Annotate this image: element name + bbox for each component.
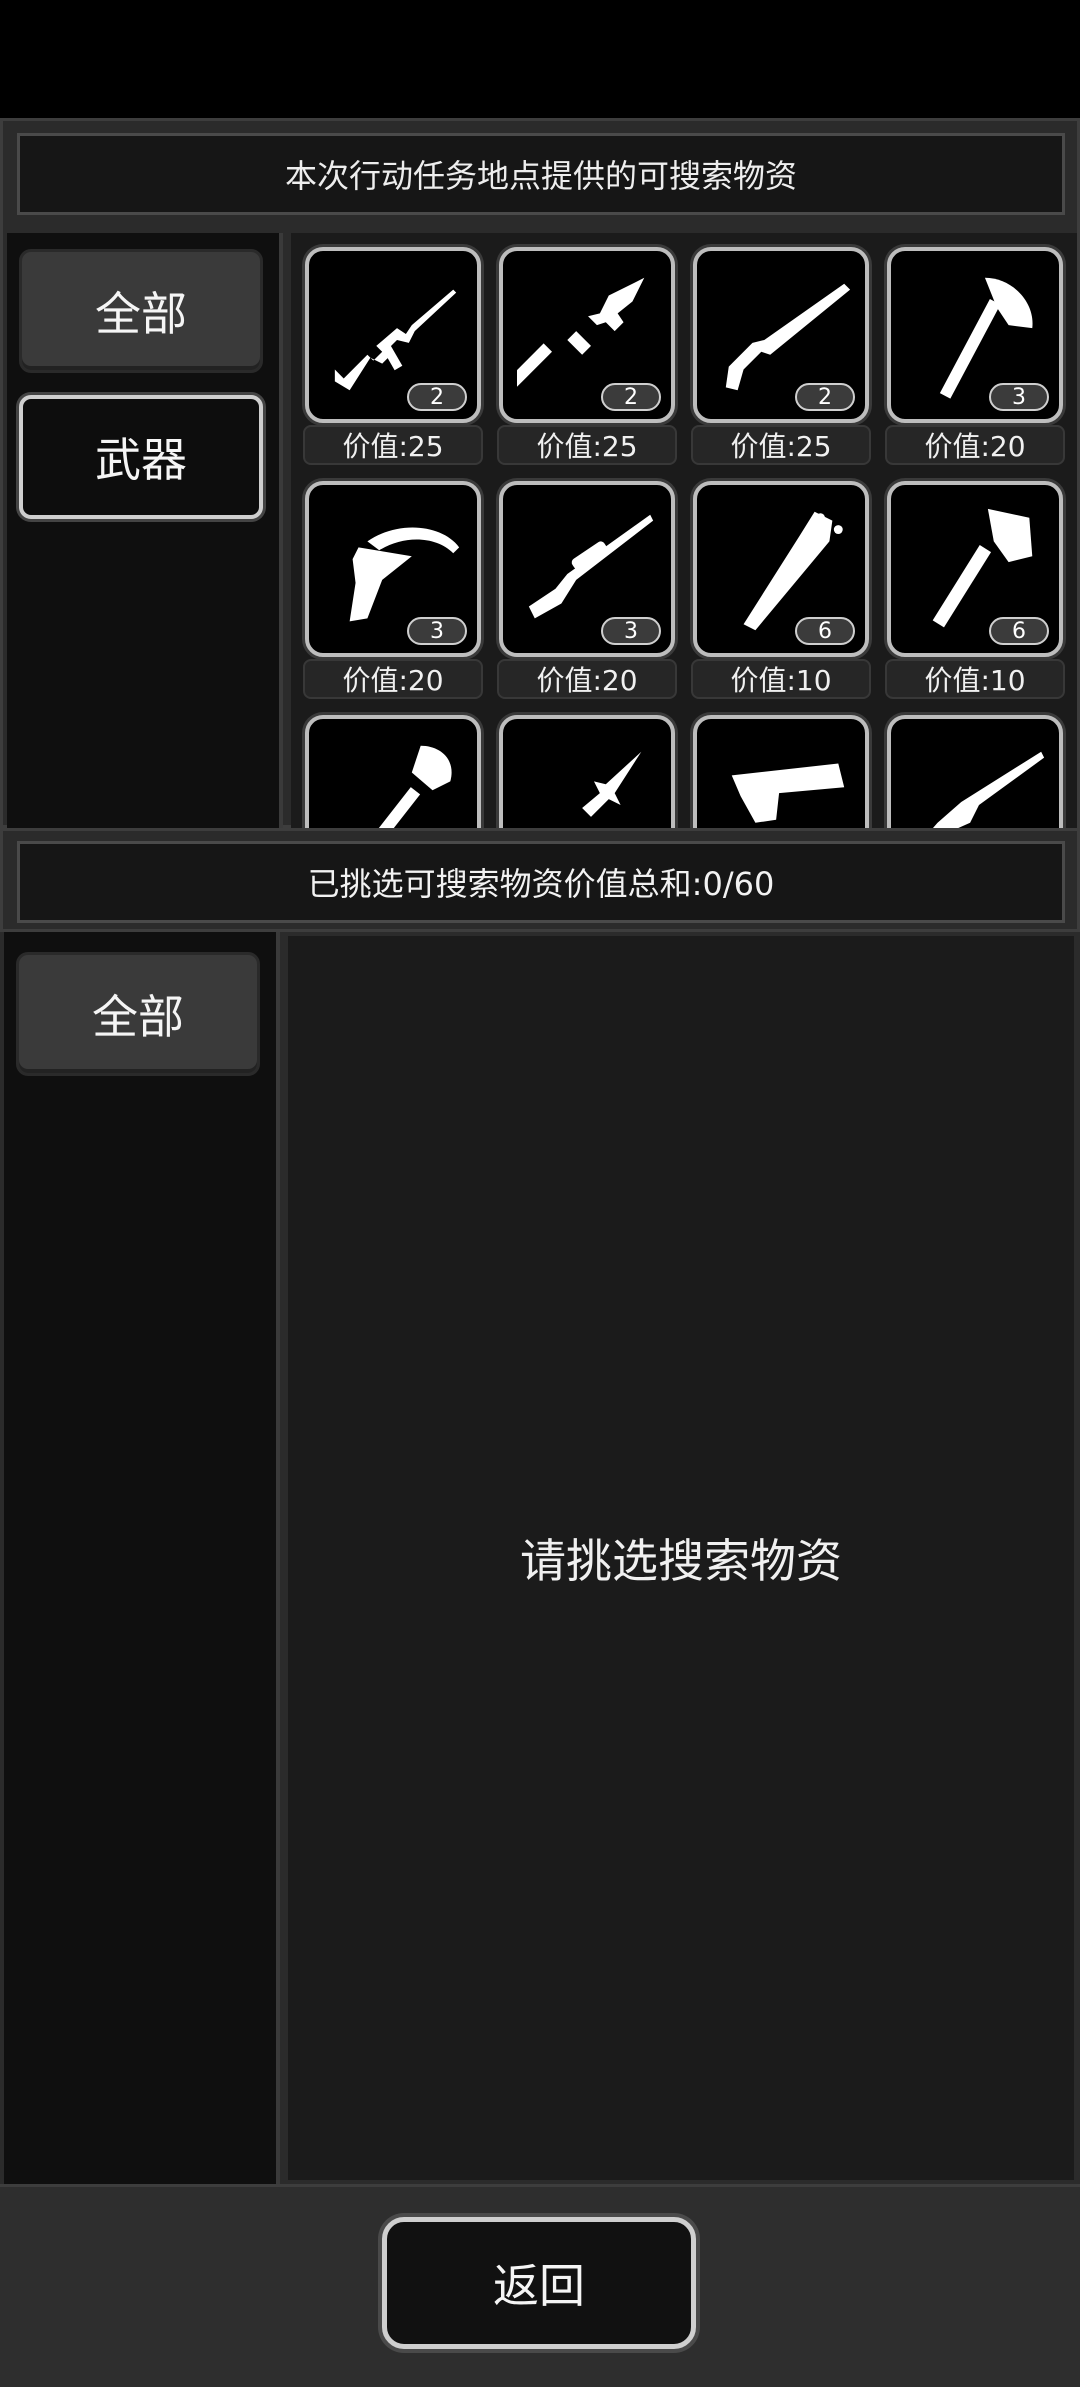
item-icon-frame xyxy=(887,715,1063,831)
item-value: 价值:10 xyxy=(691,659,871,699)
category-tab-weapons[interactable]: 武器 xyxy=(19,395,263,519)
item-icon-frame: 2 xyxy=(305,247,481,423)
status-bar xyxy=(0,0,1080,118)
item-value: 价值:25 xyxy=(303,425,483,465)
item-card[interactable] xyxy=(303,715,483,831)
item-icon-frame: 6 xyxy=(887,481,1063,657)
back-button[interactable]: 返回 xyxy=(382,2217,696,2349)
quantity-badge: 6 xyxy=(989,617,1049,645)
item-icon-frame: 3 xyxy=(887,247,1063,423)
quantity-badge: 2 xyxy=(407,383,467,411)
item-icon-frame xyxy=(499,715,675,831)
category-sidebar: 全部 武器 xyxy=(7,233,283,831)
item-icon-frame: 6 xyxy=(693,481,869,657)
selected-items-panel: 全部 请挑选搜索物资 xyxy=(0,932,1080,2184)
selection-summary-panel: 已挑选可搜索物资价值总和:0/60 xyxy=(0,828,1080,932)
available-items-panel: 本次行动任务地点提供的可搜索物资 全部 武器 2 价值:25 2 价值:25 2… xyxy=(0,118,1080,831)
selected-category-sidebar: 全部 xyxy=(4,932,280,2184)
item-card[interactable] xyxy=(497,715,677,831)
ak-rifle-icon xyxy=(930,751,1045,831)
item-value: 价值:10 xyxy=(885,659,1065,699)
item-card[interactable] xyxy=(691,715,871,831)
item-grid: 2 价值:25 2 价值:25 2 价值:25 3 价值:20 3 价值:20 … xyxy=(291,233,1077,831)
item-card[interactable]: 6 价值:10 xyxy=(885,481,1065,705)
item-icon-frame xyxy=(693,715,869,831)
selected-items-area: 请挑选搜索物资 xyxy=(288,936,1074,2180)
quantity-badge: 6 xyxy=(795,617,855,645)
footer: 返回 xyxy=(0,2184,1080,2387)
item-value: 价值:20 xyxy=(303,659,483,699)
item-card[interactable]: 6 价值:10 xyxy=(691,481,871,705)
item-value: 价值:25 xyxy=(691,425,871,465)
spear-tip-icon xyxy=(582,751,642,817)
item-icon-frame: 2 xyxy=(693,247,869,423)
item-icon-frame: 3 xyxy=(499,481,675,657)
item-card[interactable]: 2 价值:25 xyxy=(497,247,677,471)
shovel-icon xyxy=(356,745,452,831)
pistol-icon xyxy=(731,763,845,823)
item-card[interactable]: 2 价值:25 xyxy=(303,247,483,471)
item-card[interactable]: 2 价值:25 xyxy=(691,247,871,471)
category-tab-all[interactable]: 全部 xyxy=(19,249,263,373)
quantity-badge: 3 xyxy=(601,617,661,645)
quantity-badge: 3 xyxy=(407,617,467,645)
selected-category-tab-all[interactable]: 全部 xyxy=(16,952,260,1076)
empty-selection-hint: 请挑选搜索物资 xyxy=(520,1534,842,1588)
panel-title: 本次行动任务地点提供的可搜索物资 xyxy=(17,133,1065,215)
item-value: 价值:20 xyxy=(497,659,677,699)
quantity-badge: 3 xyxy=(989,383,1049,411)
item-card[interactable]: 3 价值:20 xyxy=(497,481,677,705)
item-card[interactable]: 3 价值:20 xyxy=(303,481,483,705)
item-card[interactable]: 3 价值:20 xyxy=(885,247,1065,471)
item-icon-frame: 3 xyxy=(305,481,481,657)
item-card[interactable] xyxy=(885,715,1065,831)
item-value: 价值:25 xyxy=(497,425,677,465)
item-value: 价值:20 xyxy=(885,425,1065,465)
item-icon-frame xyxy=(305,715,481,831)
selected-value-total: 已挑选可搜索物资价值总和:0/60 xyxy=(17,841,1065,923)
item-icon-frame: 2 xyxy=(499,247,675,423)
quantity-badge: 2 xyxy=(795,383,855,411)
quantity-badge: 2 xyxy=(601,383,661,411)
